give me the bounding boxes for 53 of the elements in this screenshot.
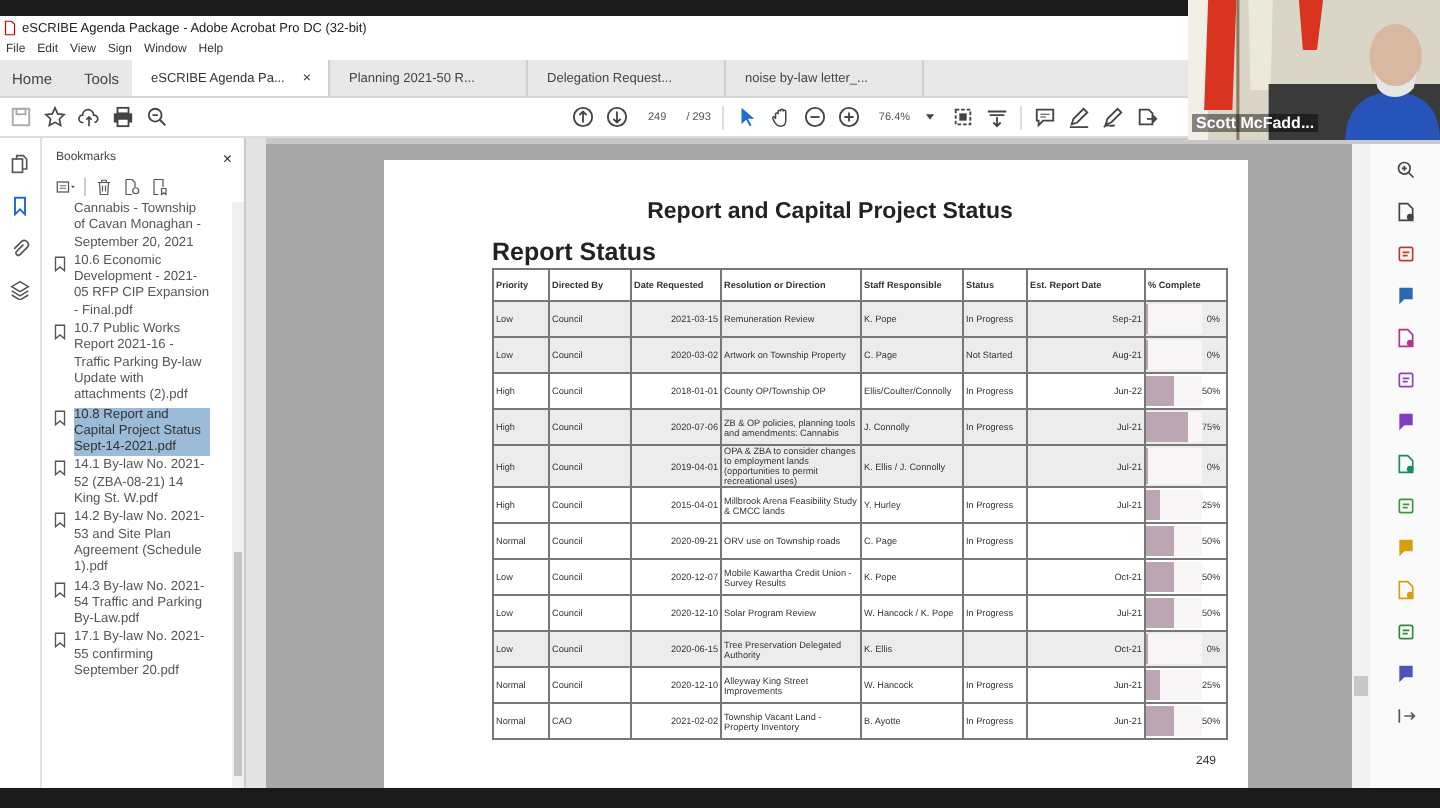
- zoom-in-icon[interactable]: [1395, 160, 1415, 180]
- pen-icon[interactable]: [1068, 106, 1091, 128]
- scrollbar[interactable]: [232, 202, 244, 788]
- bookmark-icon: [54, 512, 66, 529]
- document-heading: Report and Capital Project Status: [645, 200, 1015, 224]
- comment-icon[interactable]: [1034, 106, 1057, 128]
- tool-icon[interactable]: [1395, 706, 1415, 726]
- next-page-icon[interactable]: [606, 106, 628, 128]
- pointer-icon[interactable]: [736, 106, 759, 128]
- scroll-mode-icon[interactable]: [986, 106, 1009, 128]
- tool-icon[interactable]: [1395, 328, 1415, 348]
- upload-cloud-icon[interactable]: [78, 106, 100, 128]
- tool-icon[interactable]: [1395, 286, 1415, 306]
- zoom-out-circle-icon[interactable]: [804, 106, 827, 128]
- paperclip-icon[interactable]: [10, 238, 30, 258]
- zoom-in-circle-icon[interactable]: [838, 106, 861, 128]
- previous-page-icon[interactable]: [572, 106, 594, 128]
- fit-page-icon[interactable]: [952, 106, 975, 128]
- table-cell: [963, 559, 1027, 595]
- tool-icon[interactable]: [1395, 202, 1415, 222]
- bookmark-icon: [54, 632, 66, 649]
- star-icon[interactable]: [44, 106, 66, 128]
- new-bookmark-icon[interactable]: [122, 178, 142, 196]
- table-cell: [963, 631, 1027, 667]
- bookmark-icon: [54, 255, 66, 272]
- bookmark-search-icon[interactable]: [150, 178, 170, 196]
- table-cell: [963, 445, 1027, 487]
- tool-icon[interactable]: [1395, 370, 1415, 390]
- close-icon[interactable]: ×: [222, 149, 232, 167]
- bookmark-icon: [54, 460, 66, 477]
- bookmark-icon: [54, 581, 66, 598]
- section-title: Report Status: [492, 238, 656, 266]
- participant-name: Scott McFadd...: [1192, 114, 1319, 132]
- bookmark-icon: [54, 324, 66, 341]
- share-icon[interactable]: [1136, 106, 1159, 128]
- zoom-out-icon[interactable]: [146, 106, 168, 128]
- print-icon[interactable]: [112, 106, 134, 128]
- sign-icon[interactable]: [1102, 106, 1125, 128]
- hand-icon[interactable]: [770, 106, 793, 128]
- tool-icon[interactable]: [1395, 244, 1415, 264]
- caret-icon: [926, 114, 935, 120]
- table-cell: [1027, 523, 1145, 559]
- tool-icon[interactable]: [1395, 664, 1415, 684]
- options-menu-icon[interactable]: [56, 178, 76, 196]
- scrollbar[interactable]: [1352, 144, 1370, 788]
- pages-icon[interactable]: [10, 154, 30, 174]
- tool-icon[interactable]: [1395, 412, 1415, 432]
- tool-icon[interactable]: [1395, 622, 1415, 642]
- trash-icon[interactable]: [94, 178, 114, 196]
- bookmark-icon[interactable]: [10, 196, 30, 216]
- layers-icon[interactable]: [10, 280, 30, 300]
- tool-icon[interactable]: [1395, 454, 1415, 474]
- bookmark-icon: [54, 409, 66, 426]
